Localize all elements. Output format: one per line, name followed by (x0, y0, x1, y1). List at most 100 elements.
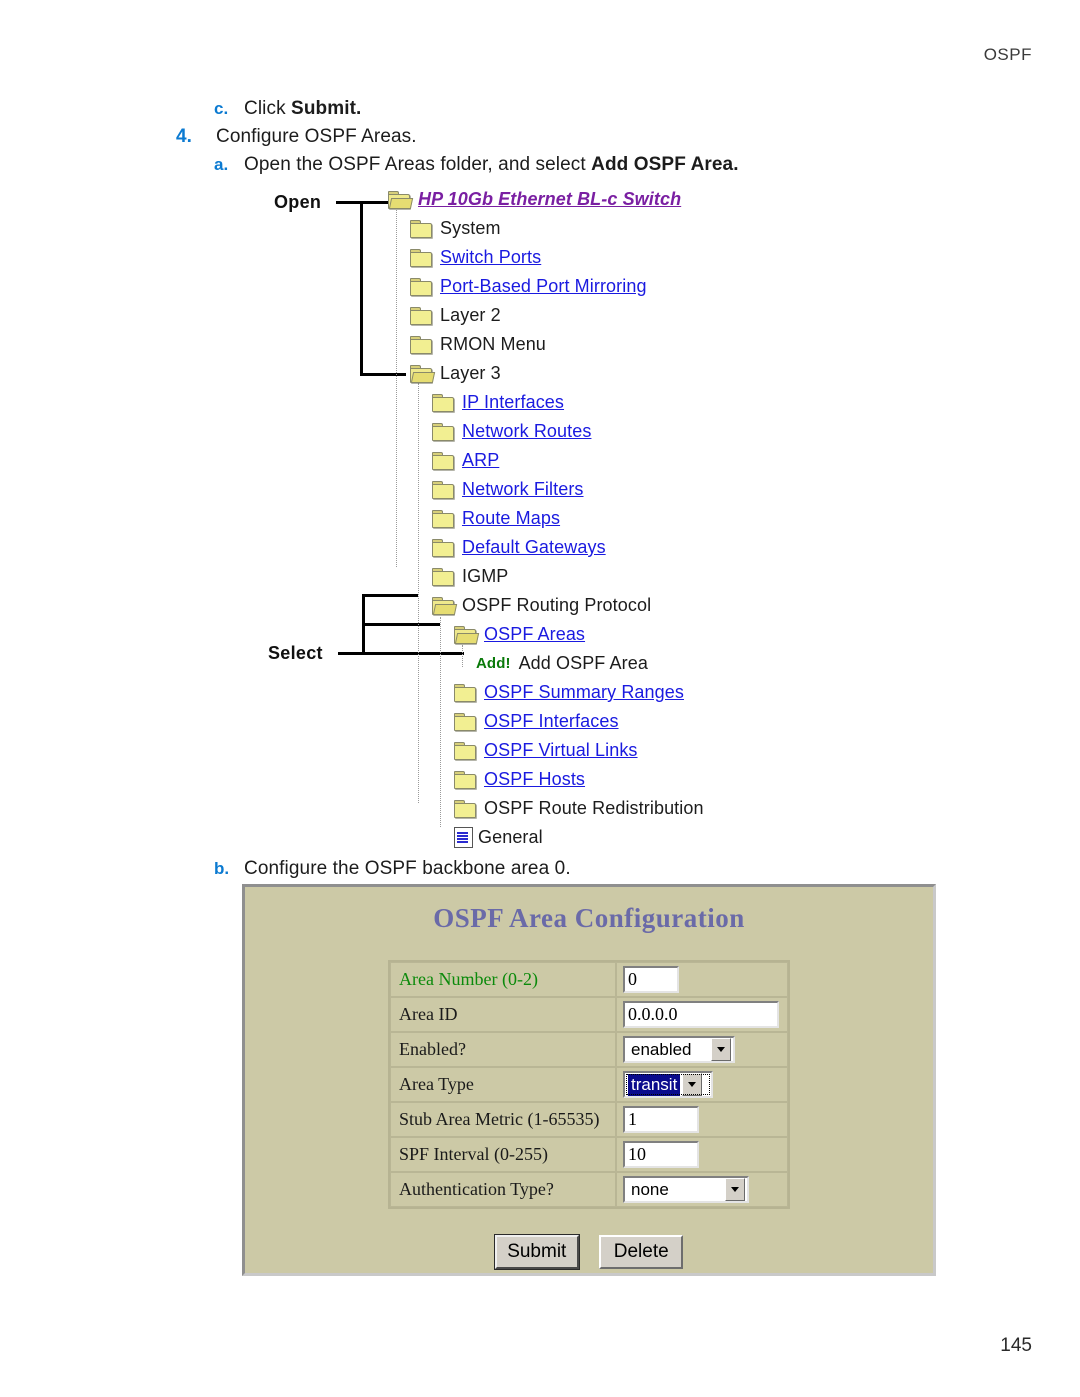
tree-node-label: Port-Based Port Mirroring (440, 276, 647, 296)
tree-node-ospf-routing-protocol[interactable]: OSPF Routing Protocol (388, 591, 704, 620)
tree-node-label: Switch Ports (440, 247, 542, 267)
folder-icon (410, 307, 432, 325)
folder-icon (454, 800, 476, 818)
tree-node-default-gateways[interactable]: Default Gateways (388, 533, 704, 562)
folder-icon (432, 568, 454, 586)
folder-icon (410, 278, 432, 296)
field-label-area-id: Area ID (390, 997, 616, 1032)
folder-icon (410, 220, 432, 238)
tree-node-label: Network Filters (462, 479, 584, 499)
tree-node-rmon-menu[interactable]: RMON Menu (388, 330, 704, 359)
step-text: Open the OSPF Areas folder, and select A… (244, 154, 739, 176)
step-text-lead: Open the OSPF Areas folder, and select (244, 154, 592, 175)
page-title: OSPF Area Configuration (433, 903, 745, 933)
field-label-stub-area-metric: Stub Area Metric (1-65535) (390, 1102, 616, 1137)
table-row: Authentication Type? none (390, 1172, 788, 1207)
folder-icon (432, 539, 454, 557)
step-item-b: b. Configure the OSPF backbone area 0. (214, 858, 571, 880)
table-row: Area Type transit (390, 1067, 788, 1102)
step-item: 4. Configure OSPF Areas. (176, 126, 936, 148)
tree-node-hp-switch[interactable]: HP 10Gb Ethernet BL-c Switch (388, 185, 704, 214)
folder-open-icon (432, 597, 458, 615)
table-row: Enabled? enabled (390, 1032, 788, 1067)
tree-node-add-ospf-area[interactable]: Add! Add OSPF Area (388, 649, 704, 678)
folder-icon (432, 510, 454, 528)
tree-node-ospf-hosts[interactable]: OSPF Hosts (388, 765, 704, 794)
step-text-lead: Click (244, 98, 292, 119)
area-id-input[interactable]: 0.0.0.0 (623, 1001, 779, 1028)
delete-button[interactable]: Delete (599, 1235, 684, 1269)
submit-button[interactable]: Submit (494, 1235, 579, 1269)
field-label-authentication-type: Authentication Type? (390, 1172, 616, 1207)
folder-icon (454, 742, 476, 760)
table-row: Stub Area Metric (1-65535) 1 (390, 1102, 788, 1137)
enabled-select[interactable]: enabled (623, 1036, 735, 1063)
field-label-area-number: Area Number (0-2) (390, 962, 616, 997)
spf-interval-input[interactable]: 10 (623, 1141, 699, 1168)
folder-open-icon (410, 365, 436, 383)
tree-node-label: Network Routes (462, 421, 592, 441)
tree-node-label: OSPF Areas (484, 624, 586, 644)
tree-node-list: HP 10Gb Ethernet BL-c Switch System Swit… (388, 185, 704, 852)
tree-node-layer-2[interactable]: Layer 2 (388, 301, 704, 330)
tree-node-label: OSPF Hosts (484, 769, 586, 789)
tree-node-label: IGMP (462, 566, 509, 586)
running-head: OSPF (983, 45, 1032, 64)
field-label-area-type: Area Type (390, 1067, 616, 1102)
authentication-type-select[interactable]: none (623, 1176, 749, 1203)
tree-node-arp[interactable]: ARP (388, 446, 704, 475)
step-item: c. Click Submit. (176, 98, 936, 120)
area-number-input[interactable]: 0 (623, 966, 679, 993)
field-cell-spf-interval: 10 (616, 1137, 788, 1172)
folder-icon (410, 249, 432, 267)
enabled-select-value: enabled (631, 1039, 692, 1059)
tree-node-label: ARP (462, 450, 500, 470)
tree-node-label: Route Maps (462, 508, 561, 528)
step-text-emphasis: Submit. (291, 98, 362, 119)
tree-node-label: OSPF Route Redistribution (484, 798, 704, 818)
tree-node-ip-interfaces[interactable]: IP Interfaces (388, 388, 704, 417)
tree-node-igmp[interactable]: IGMP (388, 562, 704, 591)
folder-icon (432, 452, 454, 470)
step-text-emphasis: Add OSPF Area. (591, 154, 739, 175)
table-row: Area ID 0.0.0.0 (390, 997, 788, 1032)
page-number: 145 (1000, 1335, 1032, 1356)
tree-node-ospf-route-redistribution[interactable]: OSPF Route Redistribution (388, 794, 704, 823)
tree-node-switch-ports[interactable]: Switch Ports (388, 243, 704, 272)
folder-icon (432, 394, 454, 412)
tree-node-layer-3[interactable]: Layer 3 (388, 359, 704, 388)
tree-node-ospf-areas[interactable]: OSPF Areas (388, 620, 704, 649)
ospf-area-configuration-screenshot: OSPF Area Configuration Area Number (0-2… (242, 884, 936, 1276)
tree-node-label: General (478, 827, 543, 847)
folder-icon (454, 713, 476, 731)
folder-icon (454, 684, 476, 702)
field-cell-area-number: 0 (616, 962, 788, 997)
procedure-steps: c. Click Submit. 4. Configure OSPF Areas… (176, 98, 936, 182)
tree-node-system[interactable]: System (388, 214, 704, 243)
field-cell-authentication-type: none (616, 1172, 788, 1207)
add-icon: Add! (476, 655, 511, 672)
callout-select-label: Select (268, 643, 323, 663)
ospf-area-form: Area Number (0-2) 0 Area ID 0.0.0.0 Enab… (388, 960, 790, 1209)
tree-node-label: Layer 3 (440, 363, 501, 383)
folder-open-icon (454, 626, 480, 644)
step-text: Configure the OSPF backbone area 0. (244, 858, 571, 879)
tree-node-network-filters[interactable]: Network Filters (388, 475, 704, 504)
tree-node-ospf-summary-ranges[interactable]: OSPF Summary Ranges (388, 678, 704, 707)
tree-node-label: HP 10Gb Ethernet BL-c Switch (418, 189, 682, 209)
tree-node-label: System (440, 218, 501, 238)
tree-node-port-based-port-mirroring[interactable]: Port-Based Port Mirroring (388, 272, 704, 301)
stub-area-metric-input[interactable]: 1 (623, 1106, 699, 1133)
chevron-down-icon (725, 1178, 745, 1201)
step-item: a. Open the OSPF Areas folder, and selec… (176, 154, 936, 176)
tree-node-route-maps[interactable]: Route Maps (388, 504, 704, 533)
tree-node-network-routes[interactable]: Network Routes (388, 417, 704, 446)
tree-node-ospf-interfaces[interactable]: OSPF Interfaces (388, 707, 704, 736)
tree-node-general[interactable]: General (388, 823, 704, 852)
tree-node-ospf-virtual-links[interactable]: OSPF Virtual Links (388, 736, 704, 765)
callout-open-leader-vertical (360, 201, 363, 376)
field-cell-area-id: 0.0.0.0 (616, 997, 788, 1032)
area-type-select[interactable]: transit (623, 1071, 713, 1098)
tree-node-label: OSPF Routing Protocol (462, 595, 652, 615)
folder-open-icon (388, 191, 414, 209)
